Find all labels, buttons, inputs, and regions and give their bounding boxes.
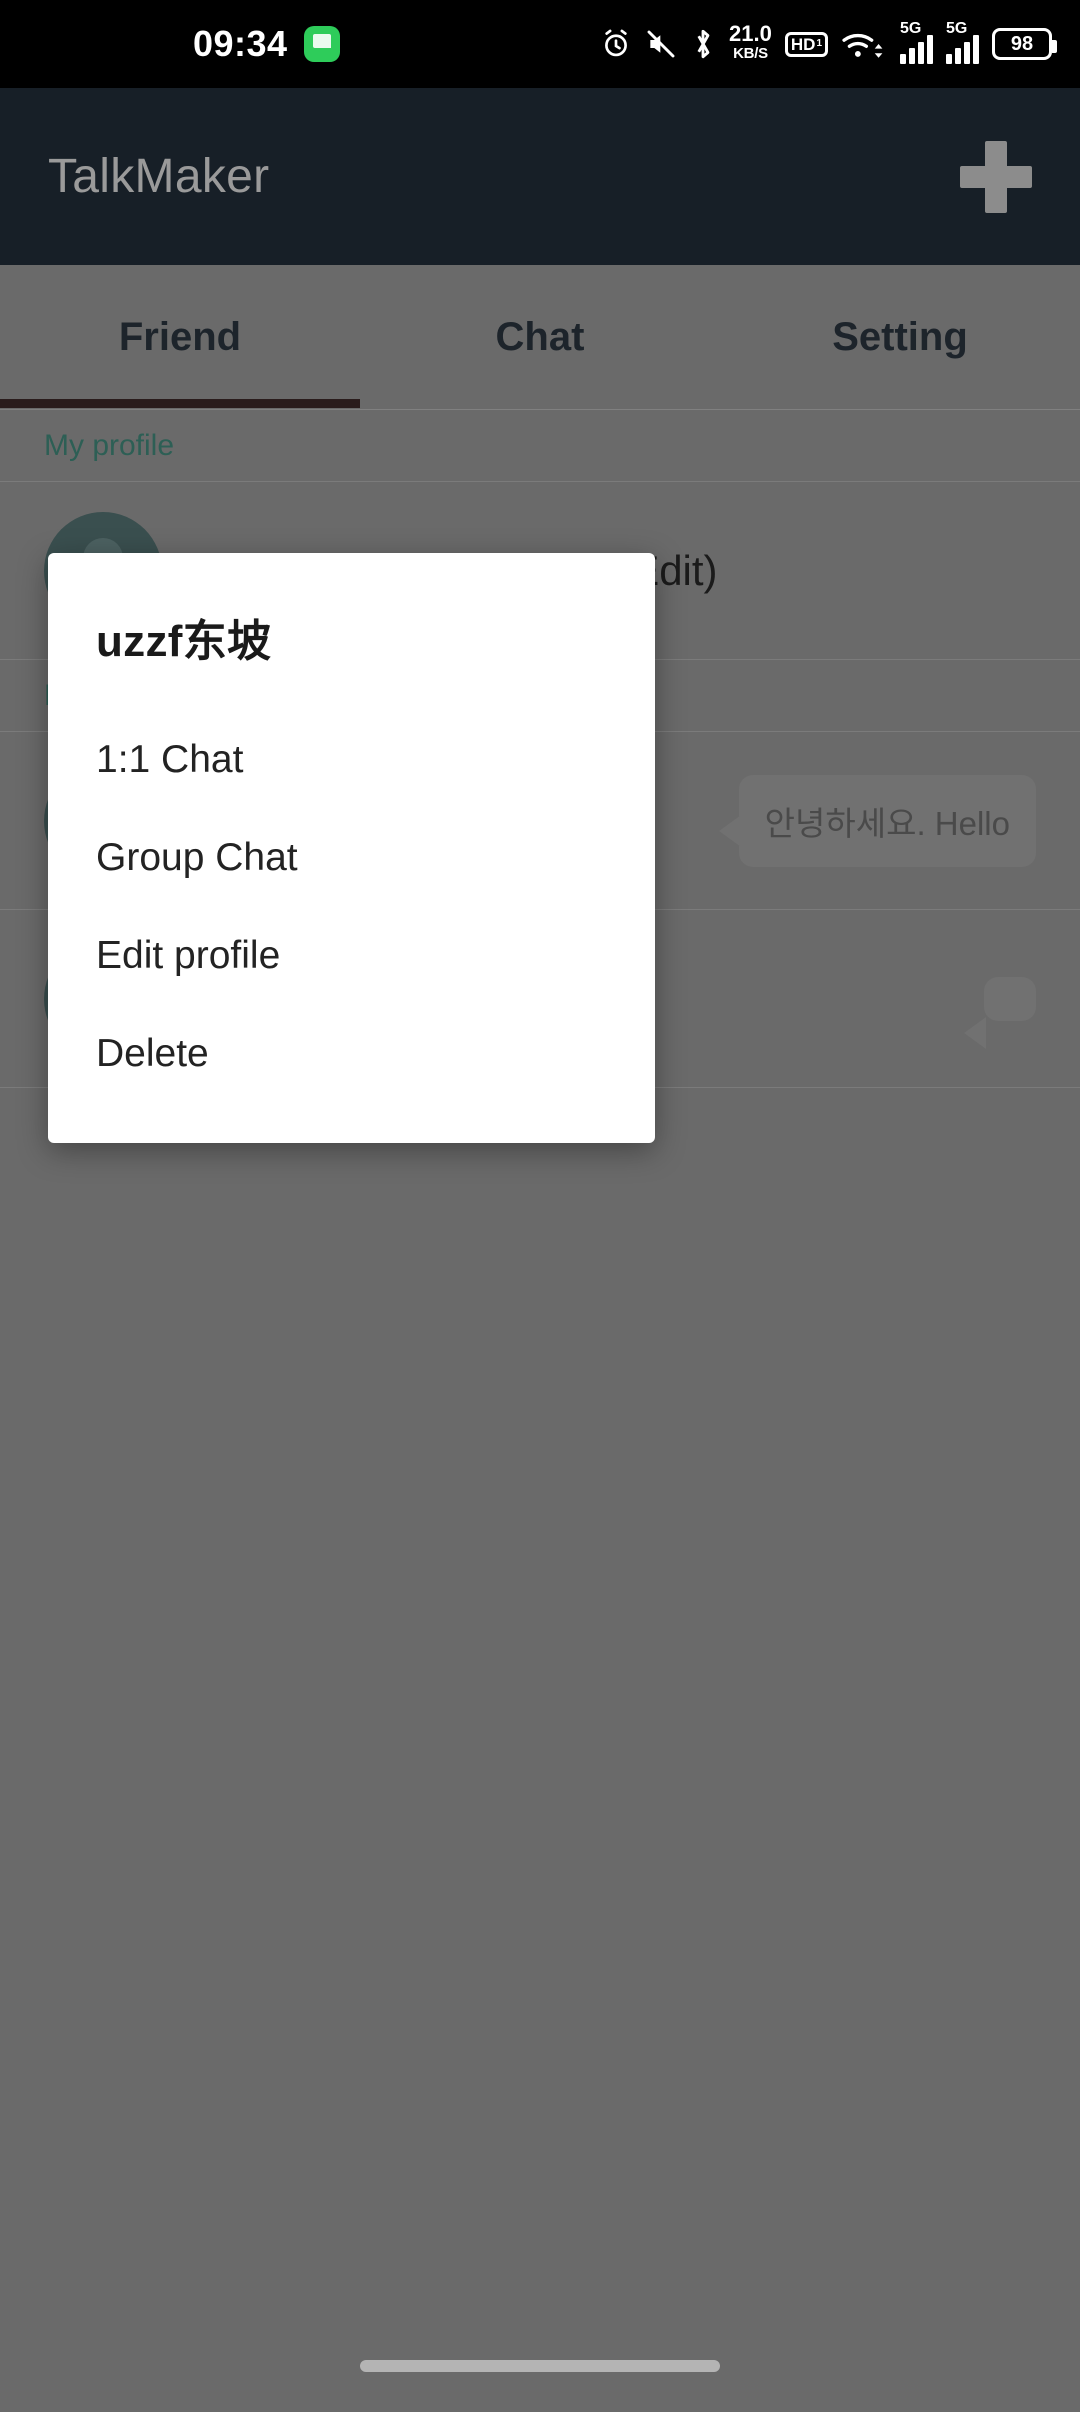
dialog-scrim[interactable] <box>0 0 1080 2412</box>
phone-screen: 09:34 21.0 KB/S HD 1 5G 5G 98 TalkMaker … <box>0 0 1080 2412</box>
friend-options-dialog: uzzf东坡 1:1 Chat Group Chat Edit profile … <box>48 553 655 1143</box>
dialog-title: uzzf东坡 <box>96 617 272 666</box>
home-indicator[interactable] <box>360 2360 720 2372</box>
dialog-item-edit-profile[interactable]: Edit profile <box>48 907 655 1005</box>
dialog-item-one-to-one-chat[interactable]: 1:1 Chat <box>48 711 655 809</box>
dialog-item-delete[interactable]: Delete <box>48 1005 655 1103</box>
dialog-item-group-chat[interactable]: Group Chat <box>48 809 655 907</box>
